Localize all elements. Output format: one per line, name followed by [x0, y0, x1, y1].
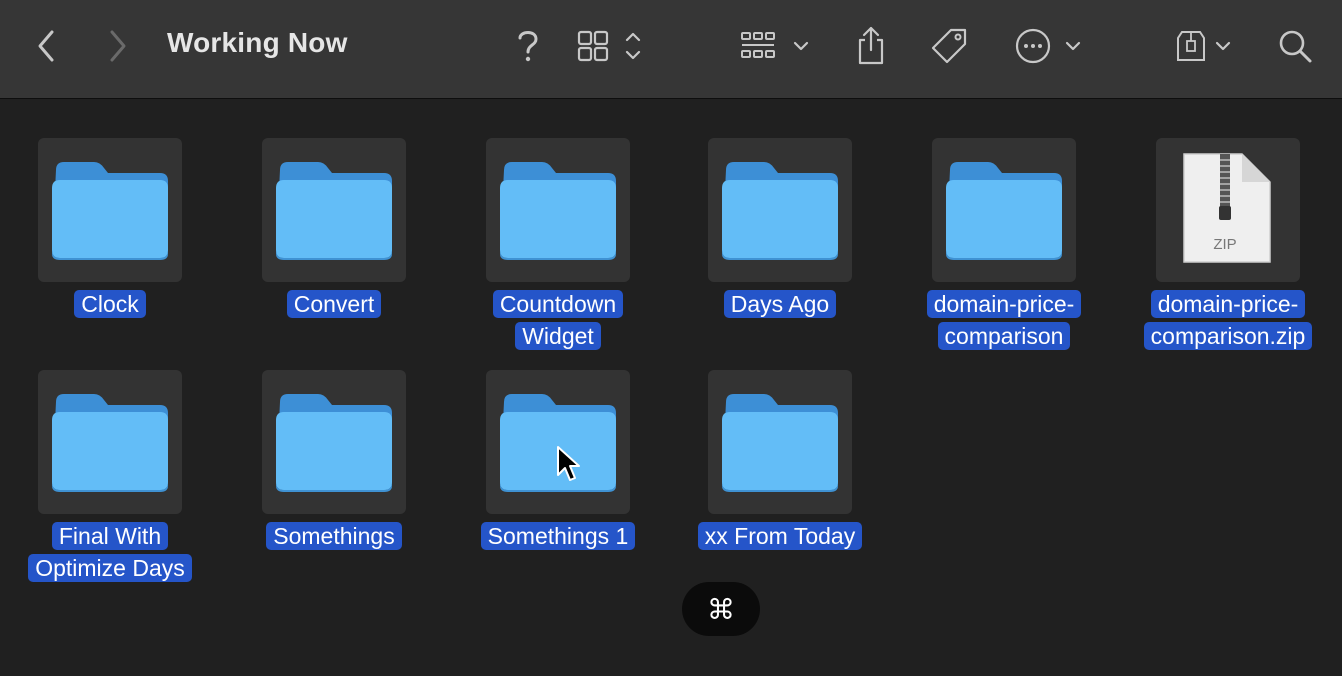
- more-icon[interactable]: [1014, 22, 1086, 70]
- folder-icon[interactable]: [262, 370, 406, 514]
- item-name-label[interactable]: Somethings 1: [448, 520, 668, 552]
- folder-icon[interactable]: [486, 370, 630, 514]
- item-name-line: comparison.zip: [1143, 322, 1313, 350]
- item-name-line: comparison: [937, 322, 1071, 350]
- folder-icon[interactable]: [708, 138, 852, 282]
- item-name-line: Widget: [515, 322, 601, 350]
- tag-icon[interactable]: [928, 22, 970, 70]
- folder-icon[interactable]: [38, 138, 182, 282]
- item-name-line: Convert: [286, 290, 382, 318]
- item-name-line: Days Ago: [723, 290, 837, 318]
- item-name-line: xx From Today: [697, 522, 863, 550]
- item-name-label[interactable]: Days Ago: [670, 288, 890, 320]
- item-name-line: Optimize Days: [28, 554, 192, 582]
- search-icon[interactable]: [1276, 22, 1314, 70]
- item-name-label[interactable]: domain-price-comparison: [894, 288, 1114, 352]
- finder-toolbar: Working Now: [0, 0, 1342, 99]
- item-name-line: Somethings: [266, 522, 402, 550]
- grid-view-icon[interactable]: [576, 22, 648, 70]
- folder-icon[interactable]: [38, 370, 182, 514]
- help-icon[interactable]: [510, 22, 546, 70]
- folder-icon[interactable]: [708, 370, 852, 514]
- item-name-label[interactable]: Somethings: [224, 520, 444, 552]
- back-icon[interactable]: [30, 22, 62, 70]
- item-name-line: Final With: [51, 522, 169, 550]
- svg-text:ZIP: ZIP: [1213, 236, 1236, 253]
- item-name-line: domain-price-: [1150, 290, 1306, 318]
- window-title: Working Now: [167, 27, 348, 58]
- item-name-label[interactable]: Countdown Widget: [448, 288, 668, 352]
- item-name-label[interactable]: xx From Today: [670, 520, 890, 552]
- folder-icon[interactable]: [486, 138, 630, 282]
- item-name-line: domain-price-: [926, 290, 1082, 318]
- item-name-line: Somethings 1: [480, 522, 636, 550]
- mouse-pointer-icon: [557, 446, 580, 481]
- share-icon[interactable]: [852, 22, 890, 70]
- zip-file-icon[interactable]: ZIP: [1156, 138, 1300, 282]
- item-name-label[interactable]: domain-price-comparison.zip: [1118, 288, 1338, 352]
- group-by-icon[interactable]: [738, 22, 814, 70]
- command-key-indicator: ⌘: [682, 582, 760, 636]
- item-name-line: Clock: [74, 290, 146, 318]
- item-name-label[interactable]: Final With Optimize Days: [0, 520, 220, 584]
- forward-icon[interactable]: [102, 22, 134, 70]
- folder-icon[interactable]: [262, 138, 406, 282]
- folder-icon[interactable]: [932, 138, 1076, 282]
- item-name-line: Countdown: [492, 290, 624, 318]
- item-name-label[interactable]: Convert: [224, 288, 444, 320]
- item-name-label[interactable]: Clock: [0, 288, 220, 320]
- storage-icon[interactable]: [1174, 22, 1236, 70]
